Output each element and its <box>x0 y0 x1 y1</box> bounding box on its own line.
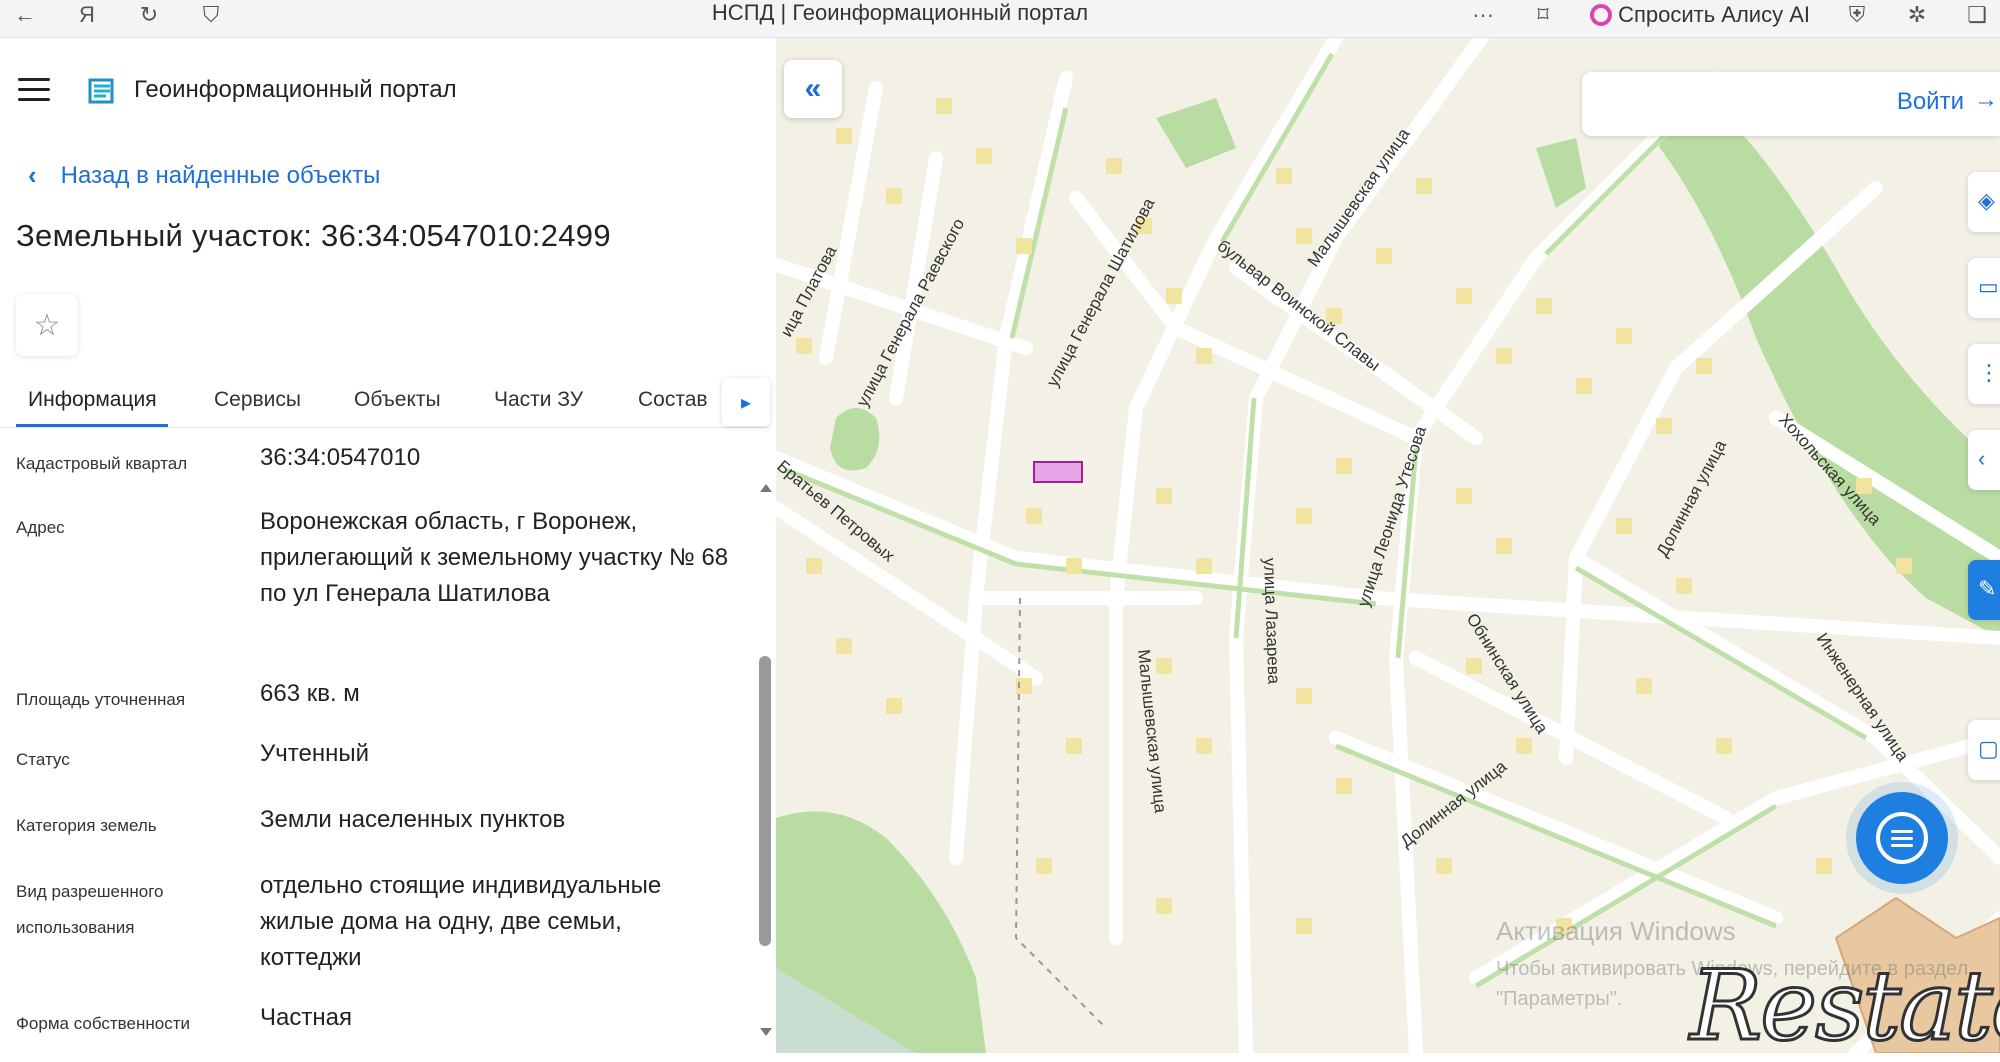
active-tab-indicator <box>16 424 168 427</box>
collapse-panel-button[interactable]: « <box>784 60 842 118</box>
object-title: Земельный участок: 36:34:0547010:2499 <box>16 218 611 253</box>
share-icon: ‹ <box>1978 446 1986 471</box>
map-tool-share[interactable]: ‹ <box>1968 430 2000 490</box>
map-view[interactable]: улица Генерала Раевского улица Генерала … <box>776 38 2000 1053</box>
info-label: Кадастровый квартал <box>16 454 188 473</box>
info-value: Земли населенных пунктов <box>260 806 566 833</box>
puzzle-icon[interactable]: ✲ <box>1904 2 1930 28</box>
info-label: Форма собственности <box>16 1014 190 1033</box>
info-value: Частная <box>260 1004 352 1031</box>
route-icon: ⋮ <box>1978 360 2000 385</box>
tab-composition[interactable]: Состав <box>638 388 708 412</box>
tab-information[interactable]: Информация <box>28 388 157 412</box>
map-tool-ruler[interactable]: ▭ <box>1968 258 2000 318</box>
star-icon: ☆ <box>33 308 61 342</box>
info-label: Адрес <box>16 518 65 537</box>
login-bar: Войти → <box>1582 72 2000 136</box>
alice-icon <box>1590 4 1613 26</box>
info-value: Воронежская область, г Воронеж, прилегаю… <box>260 508 729 607</box>
back-to-results-link[interactable]: ‹ Назад в найденные объекты <box>28 160 380 191</box>
login-button[interactable]: Войти <box>1897 88 1964 116</box>
tab-services[interactable]: Сервисы <box>214 388 301 412</box>
scroll-down-icon[interactable] <box>760 1028 772 1036</box>
chat-icon <box>1876 812 1928 864</box>
object-panel: Геоинформационный портал ‹ Назад в найде… <box>0 38 776 1053</box>
info-value: 663 кв. м <box>260 680 360 707</box>
info-list: Кадастровый квартал 36:34:0547010 Адрес … <box>0 430 758 1053</box>
back-to-results-label: Назад в найденные объекты <box>60 161 381 189</box>
info-value: Учтенный <box>260 740 369 767</box>
login-arrow-icon: → <box>1974 86 1998 113</box>
info-label: Вид разрешенного использования <box>16 882 164 937</box>
more-icon[interactable]: ··· <box>1470 2 1496 28</box>
chevron-left-icon: ‹ <box>28 160 37 190</box>
scroll-thumb[interactable] <box>759 656 771 946</box>
ruler-icon: ▭ <box>1978 274 1999 299</box>
alice-label: Спросить Алису AI <box>1618 2 1810 27</box>
portal-title: Геоинформационный портал <box>134 76 457 103</box>
tabs-scroll-right-button[interactable]: ▸ <box>722 378 770 426</box>
chat-button[interactable] <box>1856 792 1948 884</box>
menu-icon[interactable] <box>18 78 50 102</box>
browser-toolbar: ← Я ↻ ⛉ НСПД | Геоинформационный портал … <box>0 0 2000 38</box>
map-tool-active[interactable]: ✎ <box>1968 560 2000 620</box>
map-tool-layers[interactable]: ◈ <box>1968 172 2000 232</box>
tab-parts[interactable]: Части ЗУ <box>494 388 583 412</box>
info-label: Площадь уточненная <box>16 690 186 709</box>
tab-objects[interactable]: Объекты <box>354 388 441 412</box>
favorite-button[interactable]: ☆ <box>16 294 78 356</box>
chevron-right-icon: ▸ <box>740 391 752 414</box>
windows-activation-title: Активация Windows <box>1496 916 1736 946</box>
info-value: отдельно стоящие индивидуальные жилые до… <box>260 872 662 971</box>
layers-icon: ◈ <box>1978 188 1995 213</box>
map-tool-print[interactable]: ▢ <box>1968 720 2000 780</box>
bookmark-icon[interactable]: ⌑ <box>1530 2 1556 28</box>
info-value: 36:34:0547010 <box>260 444 421 471</box>
print-icon: ▢ <box>1978 736 1999 761</box>
info-label: Категория земель <box>16 816 157 835</box>
map-tool-route[interactable]: ⋮ <box>1968 344 2000 404</box>
restate-watermark: Restate <box>1689 949 2000 1062</box>
alice-button[interactable]: Спросить Алису AI <box>1590 2 1810 28</box>
double-chevron-left-icon: « <box>804 72 822 105</box>
sidebar-icon[interactable]: ❏ <box>1964 2 1990 28</box>
panel-header: Геоинформационный портал <box>0 60 776 120</box>
scroll-up-icon[interactable] <box>760 484 772 492</box>
selected-parcel[interactable] <box>1033 461 1083 483</box>
browser-actions: ··· ⌑ Спросить Алису AI ⛨ ✲ ❏ <box>1470 0 1990 30</box>
extension-shield-icon[interactable]: ⛨ <box>1844 2 1870 28</box>
map-canvas[interactable]: улица Генерала Раевского улица Генерала … <box>776 38 2000 1053</box>
edit-icon: ✎ <box>1978 576 1997 601</box>
info-label: Статус <box>16 750 70 769</box>
portal-logo-icon <box>88 78 114 104</box>
info-scrollbar[interactable] <box>758 430 772 1050</box>
tab-bar: Информация Сервисы Объекты Части ЗУ Сост… <box>0 378 770 428</box>
